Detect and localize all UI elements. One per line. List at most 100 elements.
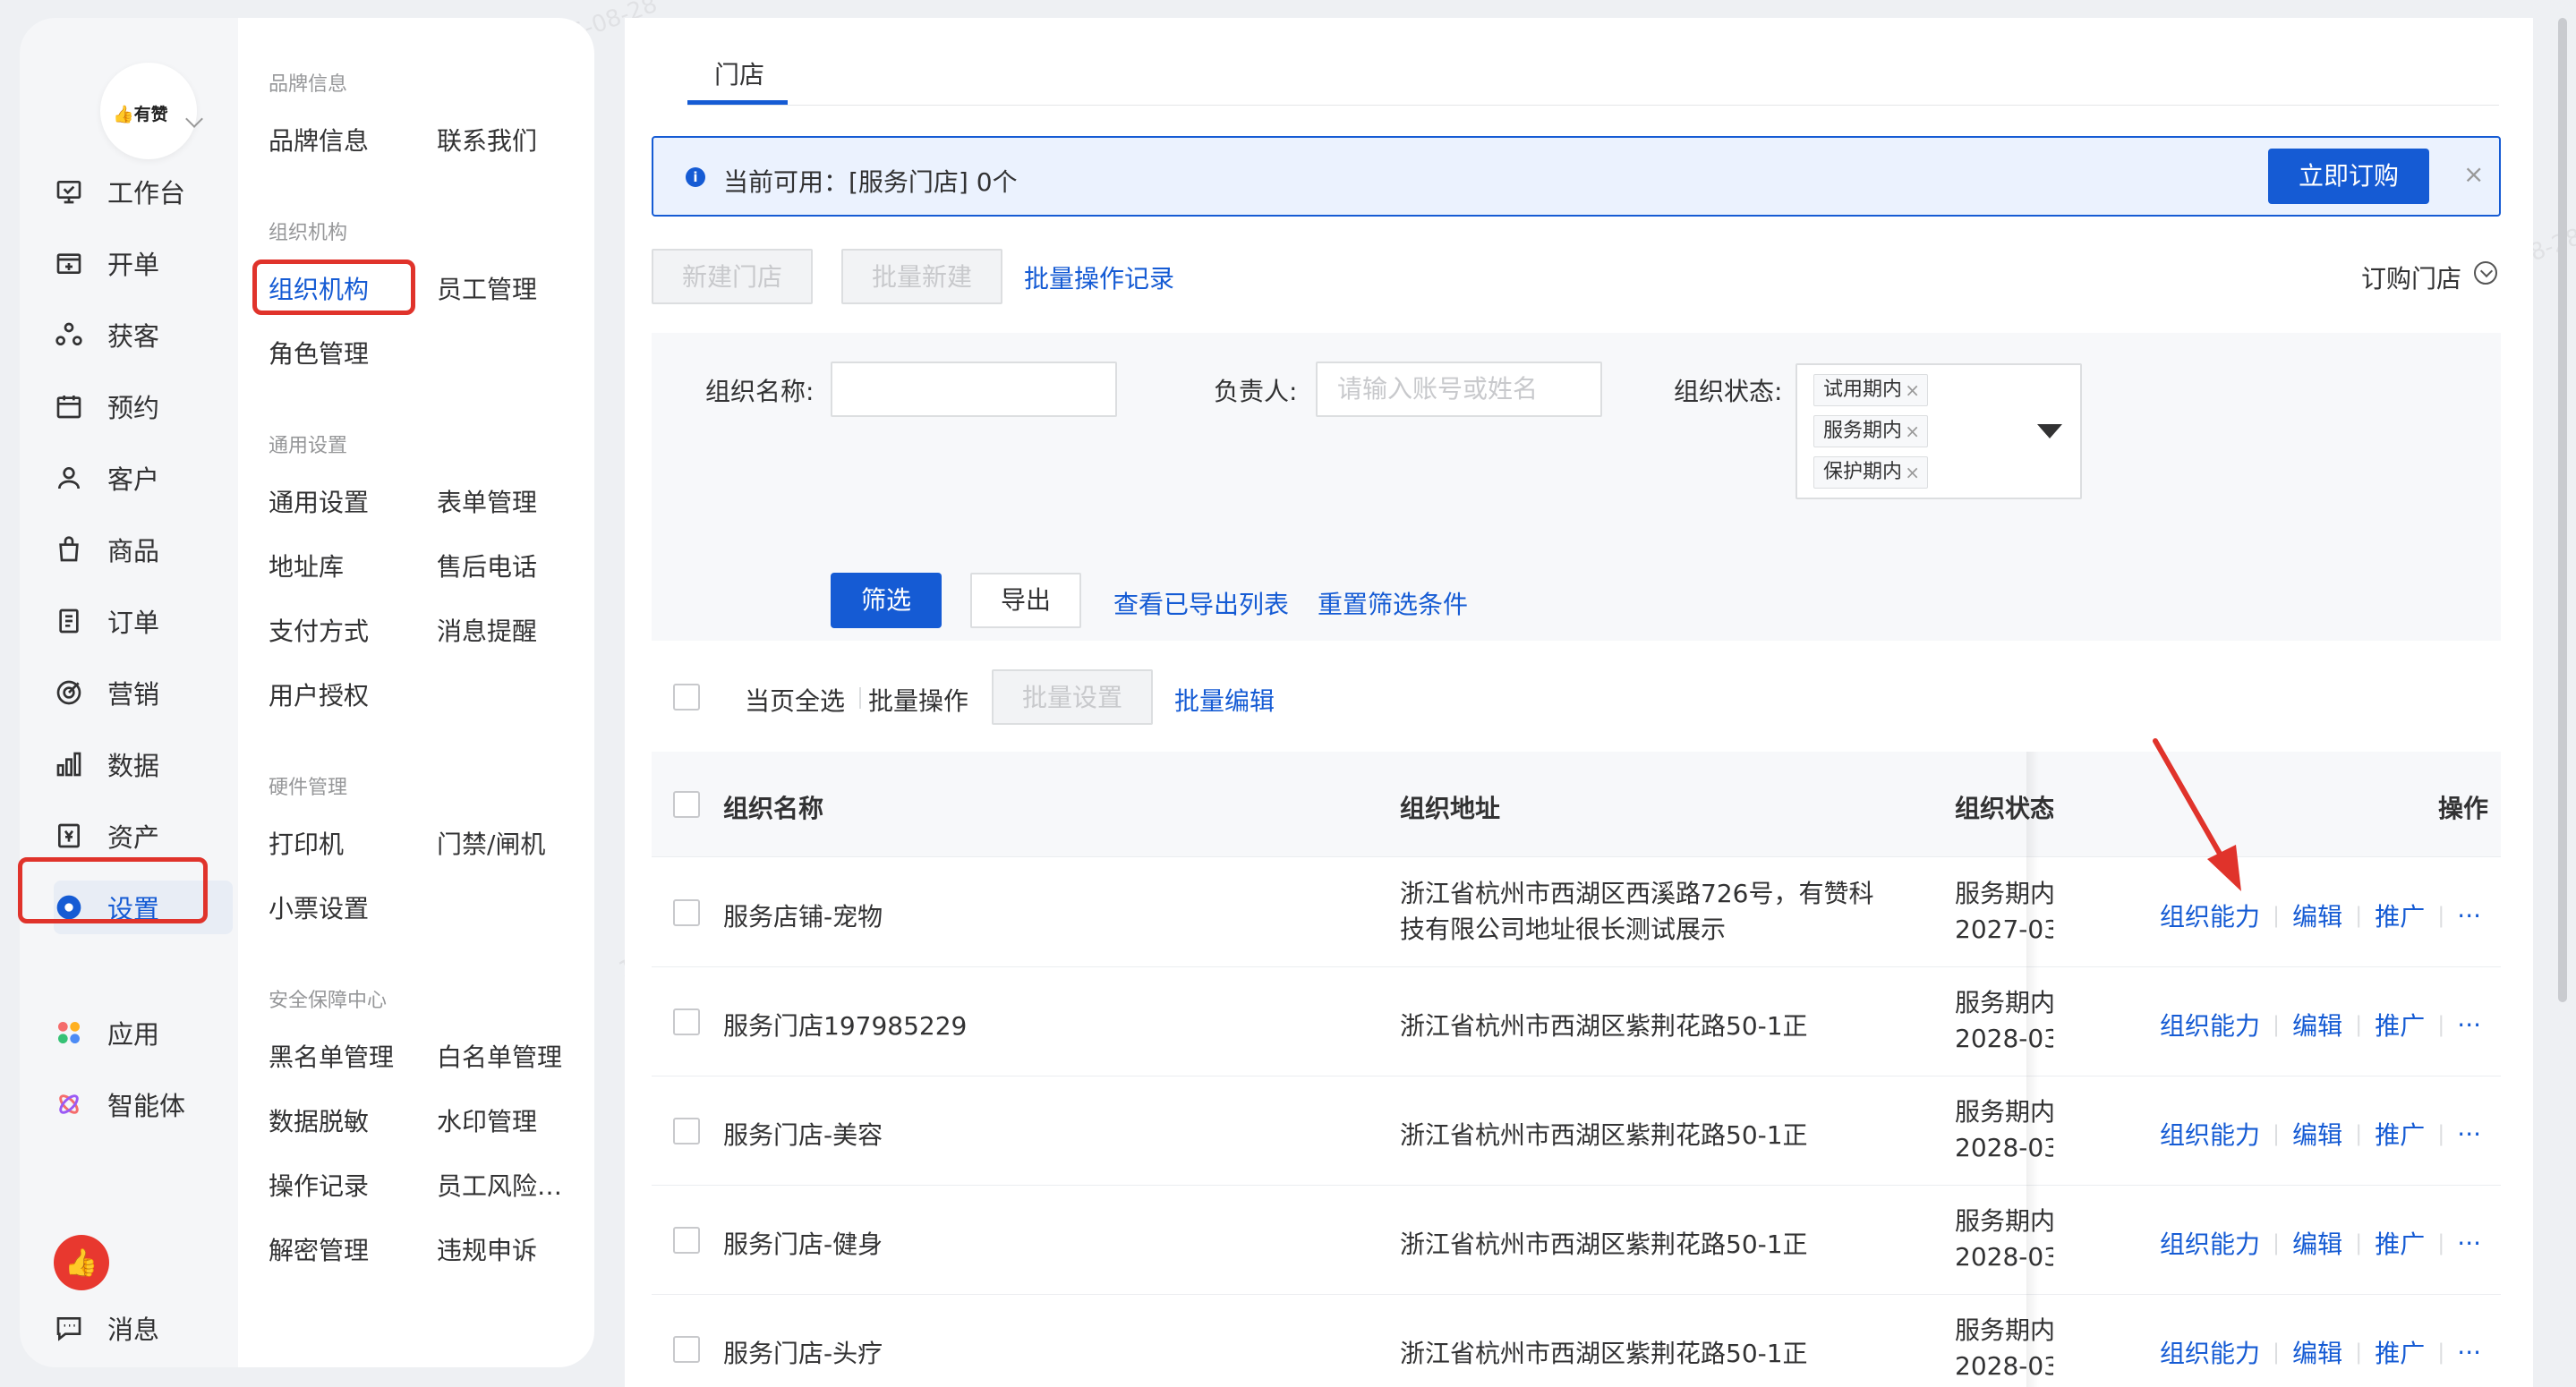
main-content: 门店 i 当前可用：[服务门店] 0个 立即订购 × 新建门店 批量新建 批量操… bbox=[625, 18, 2533, 1387]
nav-item-marketing[interactable]: 营销 bbox=[54, 666, 233, 719]
settings-highlight-box bbox=[18, 857, 208, 923]
edit-link[interactable]: 编辑 bbox=[2292, 1116, 2342, 1152]
target-icon bbox=[54, 677, 84, 708]
status-select[interactable]: 试用期内 × 服务期内 × 保护期内 × bbox=[1796, 363, 2082, 499]
order-store-dropdown[interactable]: 订购门店 bbox=[2361, 260, 2461, 295]
view-exported-link[interactable]: 查看已导出列表 bbox=[1113, 585, 1289, 621]
nav-item-orders[interactable]: 订单 bbox=[54, 594, 233, 648]
promote-link[interactable]: 推广 bbox=[2375, 1116, 2425, 1152]
nav2-item-gate[interactable]: 门禁/闸机 bbox=[437, 825, 545, 861]
org-capability-link[interactable]: 组织能力 bbox=[2160, 1007, 2260, 1042]
edit-link[interactable]: 编辑 bbox=[2292, 898, 2342, 933]
row-checkbox[interactable] bbox=[673, 1227, 700, 1254]
select-all-checkbox[interactable] bbox=[673, 791, 700, 818]
promote-link[interactable]: 推广 bbox=[2375, 898, 2425, 933]
select-page-checkbox[interactable] bbox=[673, 684, 700, 711]
chevron-down-circle-icon[interactable] bbox=[2474, 261, 2497, 285]
nav-item-agent[interactable]: 智能体 bbox=[54, 1077, 233, 1131]
nav-item-messages[interactable]: 消息 bbox=[54, 1301, 233, 1355]
status-tag[interactable]: 试用期内 × bbox=[1813, 374, 1929, 406]
edit-link[interactable]: 编辑 bbox=[2292, 1007, 2342, 1042]
export-button[interactable]: 导出 bbox=[970, 573, 1081, 628]
nav2-item-aftersale-phone[interactable]: 售后电话 bbox=[437, 548, 537, 583]
owner-input[interactable]: 请输入账号或姓名 bbox=[1316, 362, 1602, 417]
edit-link[interactable]: 编辑 bbox=[2292, 1225, 2342, 1261]
org-capability-link[interactable]: 组织能力 bbox=[2160, 1334, 2260, 1370]
org-name-input[interactable] bbox=[831, 362, 1117, 417]
nav-item-apps[interactable]: 应用 bbox=[54, 1006, 233, 1059]
row-checkbox[interactable] bbox=[673, 1118, 700, 1144]
nav-item-goods[interactable]: 商品 bbox=[54, 523, 233, 576]
filter-panel: 组织名称: 负责人: 请输入账号或姓名 组织状态: 试用期内 × 服务期内 × 保护… bbox=[652, 333, 2501, 641]
status-tag[interactable]: 保护期内 × bbox=[1813, 456, 1929, 489]
nav2-item-notifications[interactable]: 消息提醒 bbox=[437, 612, 537, 648]
nav2-item-staff[interactable]: 员工管理 bbox=[437, 270, 537, 306]
close-icon[interactable]: × bbox=[1905, 416, 1920, 447]
availability-notice: i 当前可用：[服务门店] 0个 立即订购 × bbox=[652, 136, 2501, 217]
org-capability-link[interactable]: 组织能力 bbox=[2160, 898, 2260, 933]
batch-edit-link[interactable]: 批量编辑 bbox=[1174, 682, 1275, 718]
nav2-item-op-records[interactable]: 操作记录 bbox=[269, 1167, 369, 1203]
nav2-item-decrypt[interactable]: 解密管理 bbox=[269, 1231, 369, 1267]
brand-logo-text: 👍有赞 bbox=[113, 105, 168, 124]
nav2-item-appeal[interactable]: 违规申诉 bbox=[437, 1231, 537, 1267]
batch-new-button[interactable]: 批量新建 bbox=[841, 249, 1002, 304]
nav2-item-forms[interactable]: 表单管理 bbox=[437, 483, 537, 519]
row-checkbox[interactable] bbox=[673, 1008, 700, 1035]
edit-link[interactable]: 编辑 bbox=[2292, 1334, 2342, 1370]
promote-link[interactable]: 推广 bbox=[2375, 1225, 2425, 1261]
nav2-item-blacklist[interactable]: 黑名单管理 bbox=[269, 1038, 394, 1074]
nav2-item-address[interactable]: 地址库 bbox=[269, 548, 344, 583]
nav-item-billing[interactable]: 开单 bbox=[54, 236, 233, 290]
org-capability-link[interactable]: 组织能力 bbox=[2160, 1116, 2260, 1152]
nav-item-appointment[interactable]: 预约 bbox=[54, 379, 233, 433]
nav2-item-roles[interactable]: 角色管理 bbox=[269, 335, 369, 370]
nav2-item-printer[interactable]: 打印机 bbox=[269, 825, 344, 861]
new-store-button[interactable]: 新建门店 bbox=[652, 249, 813, 304]
row-org-name: 服务门店-健身 bbox=[723, 1230, 883, 1259]
nav-item-workbench[interactable]: 工作台 bbox=[54, 165, 233, 218]
batch-record-link[interactable]: 批量操作记录 bbox=[1024, 260, 1174, 295]
nav-item-data[interactable]: 数据 bbox=[54, 737, 233, 791]
row-org-address: 浙江省杭州市西湖区紫荆花路50-1正 bbox=[1400, 1011, 1808, 1041]
more-icon[interactable]: ··· bbox=[2457, 1338, 2481, 1367]
secondary-nav: 品牌信息 品牌信息 联系我们 组织机构 组织机构 员工管理 角色管理 通用设置 … bbox=[238, 18, 594, 1367]
nav2-item-watermark[interactable]: 水印管理 bbox=[437, 1102, 537, 1138]
nav-item-acquire[interactable]: 获客 bbox=[54, 308, 233, 362]
nav2-item-authorization[interactable]: 用户授权 bbox=[269, 676, 369, 712]
close-icon[interactable]: × bbox=[2463, 159, 2484, 189]
close-icon[interactable]: × bbox=[1905, 457, 1920, 488]
scrollbar[interactable] bbox=[2558, 18, 2567, 1002]
nav2-item-general[interactable]: 通用设置 bbox=[269, 483, 369, 519]
caret-down-icon[interactable] bbox=[2037, 424, 2062, 438]
nav2-item-brand-info[interactable]: 品牌信息 bbox=[269, 122, 369, 157]
col-ops: 操作 bbox=[2438, 794, 2489, 823]
tab-store[interactable]: 门店 bbox=[714, 55, 764, 91]
promote-link[interactable]: 推广 bbox=[2375, 1334, 2425, 1370]
reset-filter-link[interactable]: 重置筛选条件 bbox=[1318, 585, 1468, 621]
filter-button[interactable]: 筛选 bbox=[831, 573, 942, 628]
batch-settings-button[interactable]: 批量设置 bbox=[992, 669, 1153, 725]
nav2-item-payment[interactable]: 支付方式 bbox=[269, 612, 369, 648]
org-capability-link[interactable]: 组织能力 bbox=[2160, 1225, 2260, 1261]
thumbs-up-icon[interactable]: 👍 bbox=[54, 1235, 109, 1290]
buy-now-button[interactable]: 立即订购 bbox=[2268, 149, 2429, 204]
row-checkbox[interactable] bbox=[673, 1336, 700, 1363]
nav2-item-receipt[interactable]: 小票设置 bbox=[269, 889, 369, 925]
nav2-item-staff-risk[interactable]: 员工风险… bbox=[437, 1167, 562, 1203]
nav2-item-contact-us[interactable]: 联系我们 bbox=[437, 122, 537, 157]
more-icon[interactable]: ··· bbox=[2457, 901, 2481, 931]
row-checkbox[interactable] bbox=[673, 899, 700, 926]
batch-ops-label: 批量操作 bbox=[868, 686, 969, 716]
close-icon[interactable]: × bbox=[1905, 375, 1920, 405]
nav2-item-desensitize[interactable]: 数据脱敏 bbox=[269, 1102, 369, 1138]
status-tag[interactable]: 服务期内 × bbox=[1813, 415, 1929, 447]
nav-item-customer[interactable]: 客户 bbox=[54, 451, 233, 505]
select-page-label[interactable]: 当页全选 bbox=[745, 682, 845, 718]
nav-item-assets[interactable]: 资产 bbox=[54, 809, 233, 863]
more-icon[interactable]: ··· bbox=[2457, 1229, 2481, 1258]
promote-link[interactable]: 推广 bbox=[2375, 1007, 2425, 1042]
more-icon[interactable]: ··· bbox=[2457, 1119, 2481, 1149]
more-icon[interactable]: ··· bbox=[2457, 1010, 2481, 1040]
nav2-item-whitelist[interactable]: 白名单管理 bbox=[437, 1038, 562, 1074]
